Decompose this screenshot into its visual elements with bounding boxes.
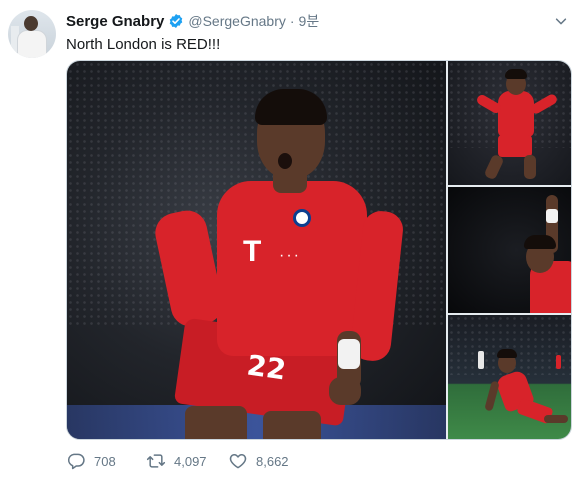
player-hair xyxy=(255,89,327,125)
player-jersey xyxy=(217,181,367,356)
player-hair xyxy=(497,349,517,358)
retweet-button[interactable]: 4,097 xyxy=(146,451,207,471)
like-count: 8,662 xyxy=(256,453,289,469)
tweet-text: North London is RED!!! xyxy=(66,36,221,53)
player-leg-right xyxy=(263,411,321,439)
player-leg-left xyxy=(185,406,247,439)
author-name[interactable]: Serge Gnabry xyxy=(66,13,164,30)
photo-main[interactable]: T ··· 22 xyxy=(67,61,446,439)
photo-top-right[interactable] xyxy=(448,61,571,185)
player-wrist-tape xyxy=(338,339,360,369)
sponsor-logo-icon: T xyxy=(243,235,262,268)
verified-badge-icon xyxy=(170,14,183,28)
player-hair xyxy=(524,235,556,249)
player-arm xyxy=(484,380,500,412)
avatar[interactable] xyxy=(8,10,56,58)
chevron-down-icon[interactable] xyxy=(554,14,568,28)
photo-middle-right[interactable] xyxy=(448,187,571,313)
player-hair xyxy=(505,69,527,79)
player-fist xyxy=(329,377,361,405)
heart-icon xyxy=(229,454,247,469)
shorts-number: 22 xyxy=(244,348,289,387)
avatar-head xyxy=(24,16,38,31)
reply-icon xyxy=(67,453,85,470)
author-handle[interactable]: @SergeGnabry xyxy=(188,13,285,29)
retweet-count: 4,097 xyxy=(174,453,207,469)
tweet-header: Serge Gnabry @SergeGnabry · 9분 xyxy=(66,12,319,30)
player-mouth xyxy=(278,153,292,169)
photo-bottom-right[interactable] xyxy=(448,315,571,439)
avatar-body xyxy=(17,30,47,58)
media-grid: T ··· 22 xyxy=(66,60,572,440)
reply-count: 708 xyxy=(94,453,116,469)
tweet-timestamp[interactable]: 9분 xyxy=(299,11,320,31)
retweet-icon xyxy=(146,454,166,468)
reply-button[interactable]: 708 xyxy=(66,451,116,471)
header-separator: · xyxy=(289,13,295,29)
club-crest-icon xyxy=(293,209,311,227)
player-shorts xyxy=(498,135,532,157)
like-button[interactable]: 8,662 xyxy=(228,451,289,471)
player-leg xyxy=(544,415,568,423)
player-jersey xyxy=(498,91,534,137)
sponsor-dots-icon: ··· xyxy=(279,247,301,264)
player-leg xyxy=(483,153,505,181)
distant-player xyxy=(478,351,484,369)
player-leg xyxy=(524,155,536,179)
player-wrist-tape xyxy=(546,209,558,223)
distant-player xyxy=(556,355,561,369)
tweet[interactable]: Serge Gnabry @SergeGnabry · 9분 North Lon… xyxy=(0,0,582,481)
